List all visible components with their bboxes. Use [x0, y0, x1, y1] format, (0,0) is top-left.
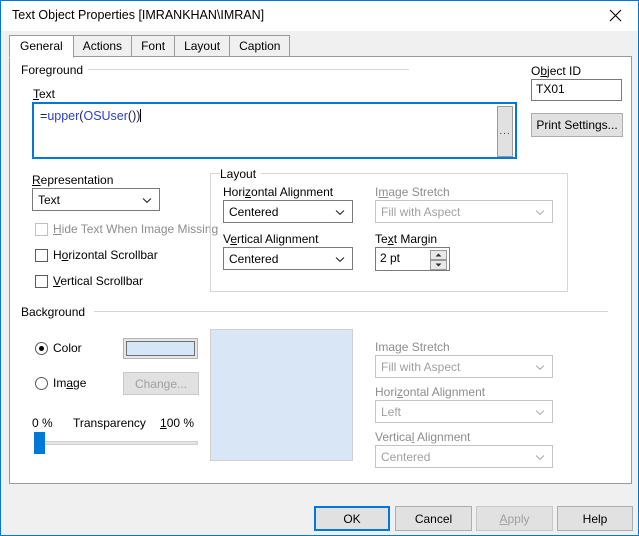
window-title: Text Object Properties [IMRANKHAN\IMRAN] — [12, 8, 265, 22]
horizontal-alignment-label: Horizontal Alignment — [223, 185, 334, 199]
transparency-slider-track[interactable] — [34, 441, 198, 445]
horizontal-alignment-value: Centered — [229, 204, 279, 219]
ellipsis-icon: ... — [499, 125, 511, 137]
representation-label: Representation — [32, 173, 114, 187]
change-image-label: Change... — [134, 376, 188, 391]
radio-background-image-label[interactable]: Image — [53, 376, 86, 390]
text-margin-value: 2 pt — [380, 251, 401, 265]
radio-background-image[interactable] — [35, 377, 48, 390]
layout-image-stretch-value: Fill with Aspect — [381, 204, 461, 219]
transparency-min-label: 0 % — [32, 416, 53, 430]
title-bar: Text Object Properties [IMRANKHAN\IMRAN] — [1, 1, 638, 31]
tab-page-general: Foreground Text =upper(OSUser()) ... Obj… — [9, 56, 632, 484]
ok-label: OK — [343, 511, 361, 526]
representation-value: Text — [38, 192, 61, 207]
tab-actions[interactable]: Actions — [72, 35, 133, 57]
chevron-down-icon — [335, 205, 345, 219]
layout-image-stretch-label: Image Stretch — [375, 185, 450, 199]
apply-button: Apply — [476, 506, 553, 531]
text-margin-stepper[interactable]: 2 pt — [375, 247, 450, 271]
change-image-button: Change... — [123, 372, 199, 395]
spin-up-icon[interactable] — [430, 250, 447, 260]
radio-background-color-label[interactable]: Color — [53, 341, 82, 355]
chevron-down-icon — [142, 193, 152, 207]
object-id-label: Object ID — [531, 64, 582, 78]
chevron-down-icon — [535, 405, 545, 419]
background-color-swatch[interactable] — [123, 338, 198, 359]
text-input-value: =upper(OSUser()) — [40, 109, 142, 123]
text-field-label: Text — [33, 87, 56, 101]
background-image-stretch-label: Image Stretch — [375, 340, 450, 354]
radio-background-color[interactable] — [35, 342, 48, 355]
background-vertical-alignment-combo: Centered — [375, 445, 553, 468]
background-horizontal-alignment-value: Left — [381, 404, 402, 419]
tab-layout[interactable]: Layout — [174, 35, 231, 57]
formula-function: upper — [47, 109, 80, 123]
checkbox-vertical-scrollbar[interactable] — [35, 275, 48, 288]
checkbox-horizontal-scrollbar[interactable] — [35, 249, 48, 262]
background-horizontal-alignment-combo: Left — [375, 400, 553, 423]
chevron-down-icon — [535, 205, 545, 219]
vertical-alignment-label: Vertical Alignment — [223, 232, 319, 246]
background-color-swatch-fill — [126, 341, 195, 356]
tab-caption[interactable]: Caption — [229, 35, 291, 57]
background-image-stretch-combo: Fill with Aspect — [375, 355, 553, 378]
object-id-value: TX01 — [536, 82, 565, 96]
cancel-label: Cancel — [414, 511, 453, 526]
layout-image-stretch-combo: Fill with Aspect — [375, 200, 553, 223]
dialog-window: Text Object Properties [IMRANKHAN\IMRAN]… — [0, 0, 639, 536]
checkbox-hide-text-when-image-missing — [35, 223, 48, 236]
print-settings-button[interactable]: Print Settings... — [531, 113, 623, 137]
background-group-label: Background — [21, 305, 91, 319]
chevron-down-icon — [535, 360, 545, 374]
foreground-group-line — [84, 69, 409, 70]
background-image-stretch-value: Fill with Aspect — [381, 359, 461, 374]
cancel-button[interactable]: Cancel — [395, 506, 472, 531]
ok-button[interactable]: OK — [314, 506, 390, 531]
help-button[interactable]: Help — [557, 506, 633, 531]
text-margin-spin-buttons — [430, 250, 447, 270]
text-browse-button[interactable]: ... — [497, 106, 513, 157]
chevron-down-icon — [335, 252, 345, 266]
representation-combo[interactable]: Text — [32, 188, 160, 211]
checkbox-horizontal-scrollbar-label[interactable]: Horizontal Scrollbar — [53, 248, 158, 262]
background-group-line — [94, 311, 608, 312]
checkbox-hide-text-when-image-missing-label: Hide Text When Image Missing — [53, 222, 219, 236]
vertical-alignment-value: Centered — [229, 251, 279, 266]
close-icon[interactable] — [593, 1, 638, 30]
print-settings-label: Print Settings... — [536, 118, 618, 132]
text-caret — [140, 109, 142, 122]
tab-font[interactable]: Font — [131, 35, 176, 57]
text-input[interactable]: =upper(OSUser()) ... — [32, 102, 517, 159]
layout-group-label: Layout — [220, 167, 262, 181]
foreground-group-label: Foreground — [21, 63, 89, 77]
background-vertical-alignment-label: Vertical Alignment — [375, 430, 471, 444]
background-horizontal-alignment-label: Horizontal Alignment — [375, 385, 486, 399]
transparency-label: Transparency — [73, 416, 146, 430]
formula-inner-parens: () — [127, 109, 137, 123]
formula-inner-function: OSUser — [83, 109, 128, 123]
vertical-alignment-combo[interactable]: Centered — [223, 247, 353, 270]
tab-general[interactable]: General — [9, 35, 74, 58]
help-label: Help — [582, 511, 608, 526]
apply-label: Apply — [499, 511, 530, 526]
text-margin-label: Text Margin — [375, 232, 438, 246]
tab-strip: General Actions Font Layout Caption — [9, 35, 291, 58]
background-vertical-alignment-value: Centered — [381, 449, 431, 464]
checkbox-vertical-scrollbar-label[interactable]: Vertical Scrollbar — [53, 274, 143, 288]
chevron-down-icon — [535, 450, 545, 464]
radio-dot — [39, 346, 44, 351]
object-id-input[interactable]: TX01 — [531, 79, 622, 101]
transparency-max-label: 100 % — [160, 416, 195, 430]
horizontal-alignment-combo[interactable]: Centered — [223, 200, 353, 223]
transparency-slider-thumb[interactable] — [34, 432, 45, 454]
spin-down-icon[interactable] — [430, 260, 447, 270]
background-preview — [210, 329, 353, 461]
